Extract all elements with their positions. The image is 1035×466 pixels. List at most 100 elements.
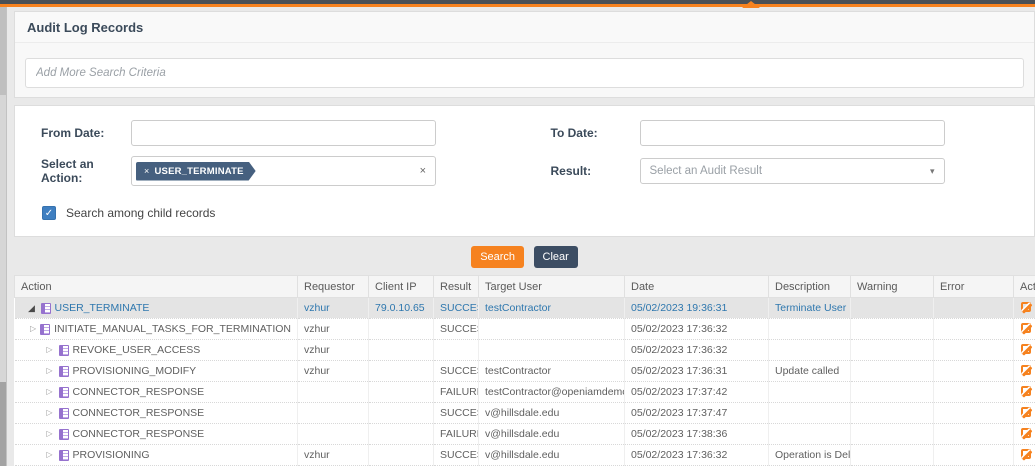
tree-caret-icon[interactable]: ▷ bbox=[45, 386, 55, 398]
clear-button[interactable]: Clear bbox=[534, 246, 578, 268]
tree-caret-icon[interactable]: ▷ bbox=[45, 407, 55, 419]
child-records-checkbox[interactable]: ✓ bbox=[42, 206, 56, 220]
table-row[interactable]: ▷ REVOKE_USER_ACCESS vzhur 05/02/2023 17… bbox=[15, 340, 1035, 361]
action-cell: CONNECTOR_RESPONSE bbox=[73, 407, 205, 419]
column-header-result[interactable]: Result bbox=[434, 276, 479, 298]
table-row[interactable]: ▷ PROVISIONING vzhur SUCCESS v@hillsdale… bbox=[15, 445, 1035, 466]
target-user-cell: testContractor bbox=[479, 298, 625, 319]
error-cell bbox=[934, 298, 1014, 319]
error-cell bbox=[934, 340, 1014, 361]
window-scrollbar-gutter[interactable] bbox=[0, 7, 7, 466]
tag-remove-icon[interactable]: × bbox=[144, 166, 149, 176]
column-header-description[interactable]: Description bbox=[769, 276, 851, 298]
result-cell: FAILURE bbox=[434, 382, 479, 403]
table-row[interactable]: ▷ INITIATE_MANUAL_TASKS_FOR_TERMINATION … bbox=[15, 319, 1035, 340]
edit-record-icon[interactable] bbox=[1021, 386, 1031, 396]
column-header-client-ip[interactable]: Client IP bbox=[369, 276, 434, 298]
form-actions: Search Clear bbox=[14, 246, 1035, 268]
action-cell: CONNECTOR_RESPONSE bbox=[73, 428, 205, 440]
edit-record-icon[interactable] bbox=[1021, 407, 1031, 417]
description-cell: Update called bbox=[769, 361, 851, 382]
filter-form-panel: From Date: Select an Action: × USER_TERM… bbox=[14, 105, 1035, 237]
tree-caret-icon[interactable]: ▷ bbox=[45, 344, 55, 356]
action-tag[interactable]: × USER_TERMINATE bbox=[136, 162, 256, 181]
warning-cell bbox=[851, 403, 934, 424]
action-cell: PROVISIONING bbox=[73, 449, 150, 461]
tree-caret-icon[interactable]: ◢ bbox=[27, 302, 37, 314]
clear-selection-icon[interactable]: × bbox=[420, 164, 426, 178]
to-date-input[interactable] bbox=[640, 120, 945, 146]
target-user-cell: testContractor@openiamdemo.com bbox=[479, 382, 625, 403]
audit-record-icon bbox=[41, 303, 51, 314]
tree-indent bbox=[21, 308, 23, 309]
date-cell: 05/02/2023 17:37:42 bbox=[625, 382, 769, 403]
tree-caret-icon[interactable]: ▷ bbox=[45, 428, 55, 440]
edit-record-icon[interactable] bbox=[1021, 323, 1031, 333]
action-cell: PROVISIONING_MODIFY bbox=[73, 365, 197, 377]
date-cell: 05/02/2023 17:38:36 bbox=[625, 424, 769, 445]
table-row[interactable]: ▷ CONNECTOR_RESPONSE FAILURE testContrac… bbox=[15, 382, 1035, 403]
edit-record-icon[interactable] bbox=[1021, 365, 1031, 375]
action-cell: USER_TERMINATE bbox=[55, 302, 150, 314]
tree-caret-icon[interactable]: ▷ bbox=[45, 365, 55, 377]
main-content: Audit Log Records From Date: Select an A… bbox=[14, 11, 1035, 466]
edit-record-icon[interactable] bbox=[1021, 428, 1031, 438]
requestor-cell: vzhur bbox=[298, 340, 369, 361]
error-cell bbox=[934, 445, 1014, 466]
search-criteria-input[interactable] bbox=[25, 58, 1024, 88]
column-header-warning[interactable]: Warning bbox=[851, 276, 934, 298]
edit-record-icon[interactable] bbox=[1021, 302, 1031, 312]
edit-record-icon[interactable] bbox=[1021, 449, 1031, 459]
client-ip-cell bbox=[369, 403, 434, 424]
column-header-error[interactable]: Error bbox=[934, 276, 1014, 298]
date-cell: 05/02/2023 17:36:32 bbox=[625, 319, 769, 340]
error-cell bbox=[934, 319, 1014, 340]
target-user-cell bbox=[479, 340, 625, 361]
scrollbar-thumb[interactable] bbox=[0, 382, 6, 466]
column-header-requestor[interactable]: Requestor bbox=[298, 276, 369, 298]
requestor-cell: vzhur bbox=[298, 445, 369, 466]
client-ip-cell bbox=[369, 340, 434, 361]
search-button[interactable]: Search bbox=[471, 246, 524, 268]
table-row[interactable]: ▷ CONNECTOR_RESPONSE FAILURE v@hillsdale… bbox=[15, 424, 1035, 445]
from-date-label: From Date: bbox=[15, 126, 131, 140]
tree-caret-icon[interactable]: ▷ bbox=[30, 323, 36, 335]
audit-record-icon bbox=[59, 345, 69, 356]
audit-results-table: ActionRequestorClient IPResultTarget Use… bbox=[14, 275, 1035, 466]
client-ip-cell bbox=[369, 424, 434, 445]
requestor-cell bbox=[298, 382, 369, 403]
tree-indent bbox=[21, 371, 41, 372]
table-row[interactable]: ◢ USER_TERMINATE vzhur 79.0.10.65 SUCCES… bbox=[15, 298, 1035, 319]
tree-caret-icon[interactable]: ▷ bbox=[45, 449, 55, 461]
warning-cell bbox=[851, 424, 934, 445]
tree-indent bbox=[21, 350, 41, 351]
column-header-actions[interactable]: Actions bbox=[1014, 276, 1035, 298]
to-date-label: To Date: bbox=[525, 126, 640, 140]
select-action-label: Select an Action: bbox=[15, 157, 131, 185]
requestor-cell: vzhur bbox=[298, 298, 369, 319]
date-cell: 05/02/2023 17:36:31 bbox=[625, 361, 769, 382]
client-ip-cell: 79.0.10.65 bbox=[369, 298, 434, 319]
result-cell: SUCCESS bbox=[434, 298, 479, 319]
table-header-row: ActionRequestorClient IPResultTarget Use… bbox=[15, 276, 1035, 298]
error-cell bbox=[934, 403, 1014, 424]
table-row[interactable]: ▷ PROVISIONING_MODIFY vzhur SUCCESS test… bbox=[15, 361, 1035, 382]
column-header-target-user[interactable]: Target User bbox=[479, 276, 625, 298]
warning-cell bbox=[851, 361, 934, 382]
description-cell bbox=[769, 382, 851, 403]
error-cell bbox=[934, 424, 1014, 445]
from-date-input[interactable] bbox=[131, 120, 436, 146]
tree-indent bbox=[21, 455, 41, 456]
column-header-date[interactable]: Date bbox=[625, 276, 769, 298]
audit-record-icon bbox=[59, 408, 69, 419]
edit-record-icon[interactable] bbox=[1021, 344, 1031, 354]
table-row[interactable]: ▷ CONNECTOR_RESPONSE SUCCESS v@hillsdale… bbox=[15, 403, 1035, 424]
requestor-cell: vzhur bbox=[298, 319, 369, 340]
audit-record-icon bbox=[59, 366, 69, 377]
action-multiselect[interactable]: × USER_TERMINATE × bbox=[131, 156, 436, 186]
result-select[interactable]: Select an Audit Result ▾ bbox=[640, 158, 945, 184]
date-cell: 05/02/2023 17:36:32 bbox=[625, 340, 769, 361]
column-header-action[interactable]: Action bbox=[15, 276, 298, 298]
page-title: Audit Log Records bbox=[15, 12, 1034, 43]
error-cell bbox=[934, 361, 1014, 382]
